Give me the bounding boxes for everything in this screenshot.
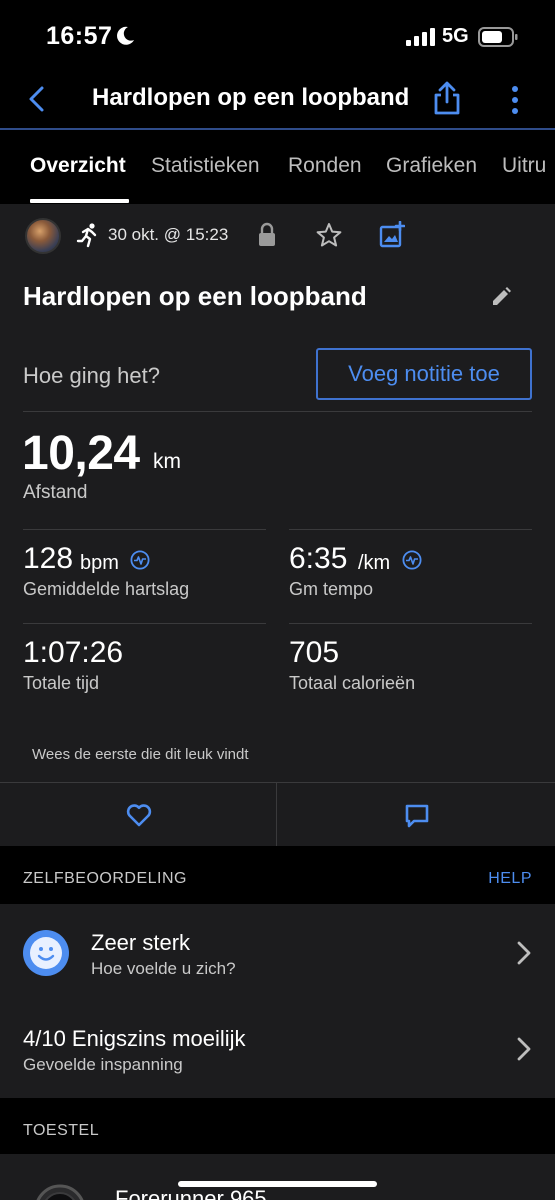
calories-label: Totaal calorieën xyxy=(289,673,416,693)
moon-icon xyxy=(117,26,134,45)
avatar[interactable] xyxy=(25,218,61,254)
avg-heart-rate-label: Gemiddelde hartslag xyxy=(23,579,190,599)
battery-icon xyxy=(478,27,518,47)
tab-grafieken[interactable]: Grafieken xyxy=(386,154,477,178)
app-header: Hardlopen op een loopband xyxy=(0,72,555,130)
edit-pencil-icon[interactable] xyxy=(490,286,512,308)
running-icon xyxy=(76,223,97,248)
page-title: Hardlopen op een loopband xyxy=(92,84,410,111)
effort-title: 4/10 Enigszins moeilijk xyxy=(23,1026,246,1051)
happy-face-icon xyxy=(23,930,69,976)
add-note-button[interactable]: Voeg notitie toe xyxy=(316,348,532,400)
tab-statistieken[interactable]: Statistieken xyxy=(151,154,260,178)
distance-unit: km xyxy=(153,450,181,473)
self-eval-header: ZELFBEOORDELING HELP xyxy=(0,846,555,902)
watch-icon xyxy=(36,1184,84,1200)
feeling-title: Zeer sterk xyxy=(91,930,191,955)
tab-ronden[interactable]: Ronden xyxy=(288,154,362,178)
activity-card: 30 okt. @ 15:23 Hardlopen op een loopban… xyxy=(0,204,555,847)
share-icon[interactable] xyxy=(432,80,462,116)
device-name: Forerunner 965 xyxy=(115,1186,267,1200)
heart-rate-sensor-icon xyxy=(402,550,422,570)
heart-rate-sensor-icon xyxy=(130,550,150,570)
divider xyxy=(23,529,266,530)
effort-row[interactable]: 4/10 Enigszins moeilijk Gevoelde inspann… xyxy=(0,1002,555,1098)
status-time: 16:57 xyxy=(46,22,113,50)
calories-value: 705 xyxy=(289,636,340,669)
star-icon[interactable] xyxy=(316,222,342,248)
section-title: TOESTEL xyxy=(23,1122,100,1139)
status-bar: 16:57 5G xyxy=(0,0,555,72)
tab-uitrusting[interactable]: Uitru xyxy=(502,154,546,178)
feel-prompt: Hoe ging het? xyxy=(23,363,160,388)
distance-value: 10,24 xyxy=(22,427,140,480)
tab-bar: Overzicht Statistieken Ronden Grafieken … xyxy=(0,132,555,204)
divider xyxy=(289,529,532,530)
likes-text: Wees de eerste die dit leuk vindt xyxy=(32,746,249,763)
avg-pace-value: 6:35 xyxy=(289,542,348,575)
section-title: ZELFBEOORDELING xyxy=(23,870,187,887)
feeling-row[interactable]: Zeer sterk Hoe voelde u zich? xyxy=(0,904,555,1002)
social-actions xyxy=(0,782,555,847)
device-row[interactable]: Forerunner 965 xyxy=(0,1154,555,1200)
comment-icon xyxy=(405,804,429,828)
divider xyxy=(23,411,532,412)
divider xyxy=(289,623,532,624)
like-button[interactable] xyxy=(0,783,277,847)
total-time-label: Totale tijd xyxy=(23,673,100,693)
network-type: 5G xyxy=(442,25,469,47)
avg-heart-rate-value: 128 xyxy=(23,542,74,575)
help-link[interactable]: HELP xyxy=(488,870,532,888)
back-icon[interactable] xyxy=(22,84,52,114)
activity-date: 30 okt. @ 15:23 xyxy=(108,225,229,244)
effort-subtitle: Gevoelde inspanning xyxy=(23,1055,183,1074)
active-tab-indicator xyxy=(30,199,129,203)
home-indicator[interactable] xyxy=(178,1181,377,1187)
divider xyxy=(23,623,266,624)
chevron-right-icon xyxy=(517,941,531,965)
activity-title: Hardlopen op een loopband xyxy=(23,281,367,311)
tab-overzicht[interactable]: Overzicht xyxy=(30,154,126,178)
comment-button[interactable] xyxy=(278,783,555,847)
feeling-subtitle: Hoe voelde u zich? xyxy=(91,959,236,978)
heart-icon xyxy=(126,804,152,827)
avg-heart-rate-unit: bpm xyxy=(80,552,119,574)
chevron-right-icon xyxy=(517,1037,531,1061)
avg-pace-label: Gm tempo xyxy=(289,579,374,599)
avg-pace-unit: /km xyxy=(358,552,391,574)
lock-icon[interactable] xyxy=(256,222,278,248)
more-options-icon[interactable] xyxy=(504,82,526,118)
total-time-value: 1:07:26 xyxy=(23,636,124,669)
device-header: TOESTEL xyxy=(0,1098,555,1154)
add-photo-icon[interactable] xyxy=(379,221,405,249)
signal-icon xyxy=(406,28,435,46)
distance-label: Afstand xyxy=(23,482,88,503)
